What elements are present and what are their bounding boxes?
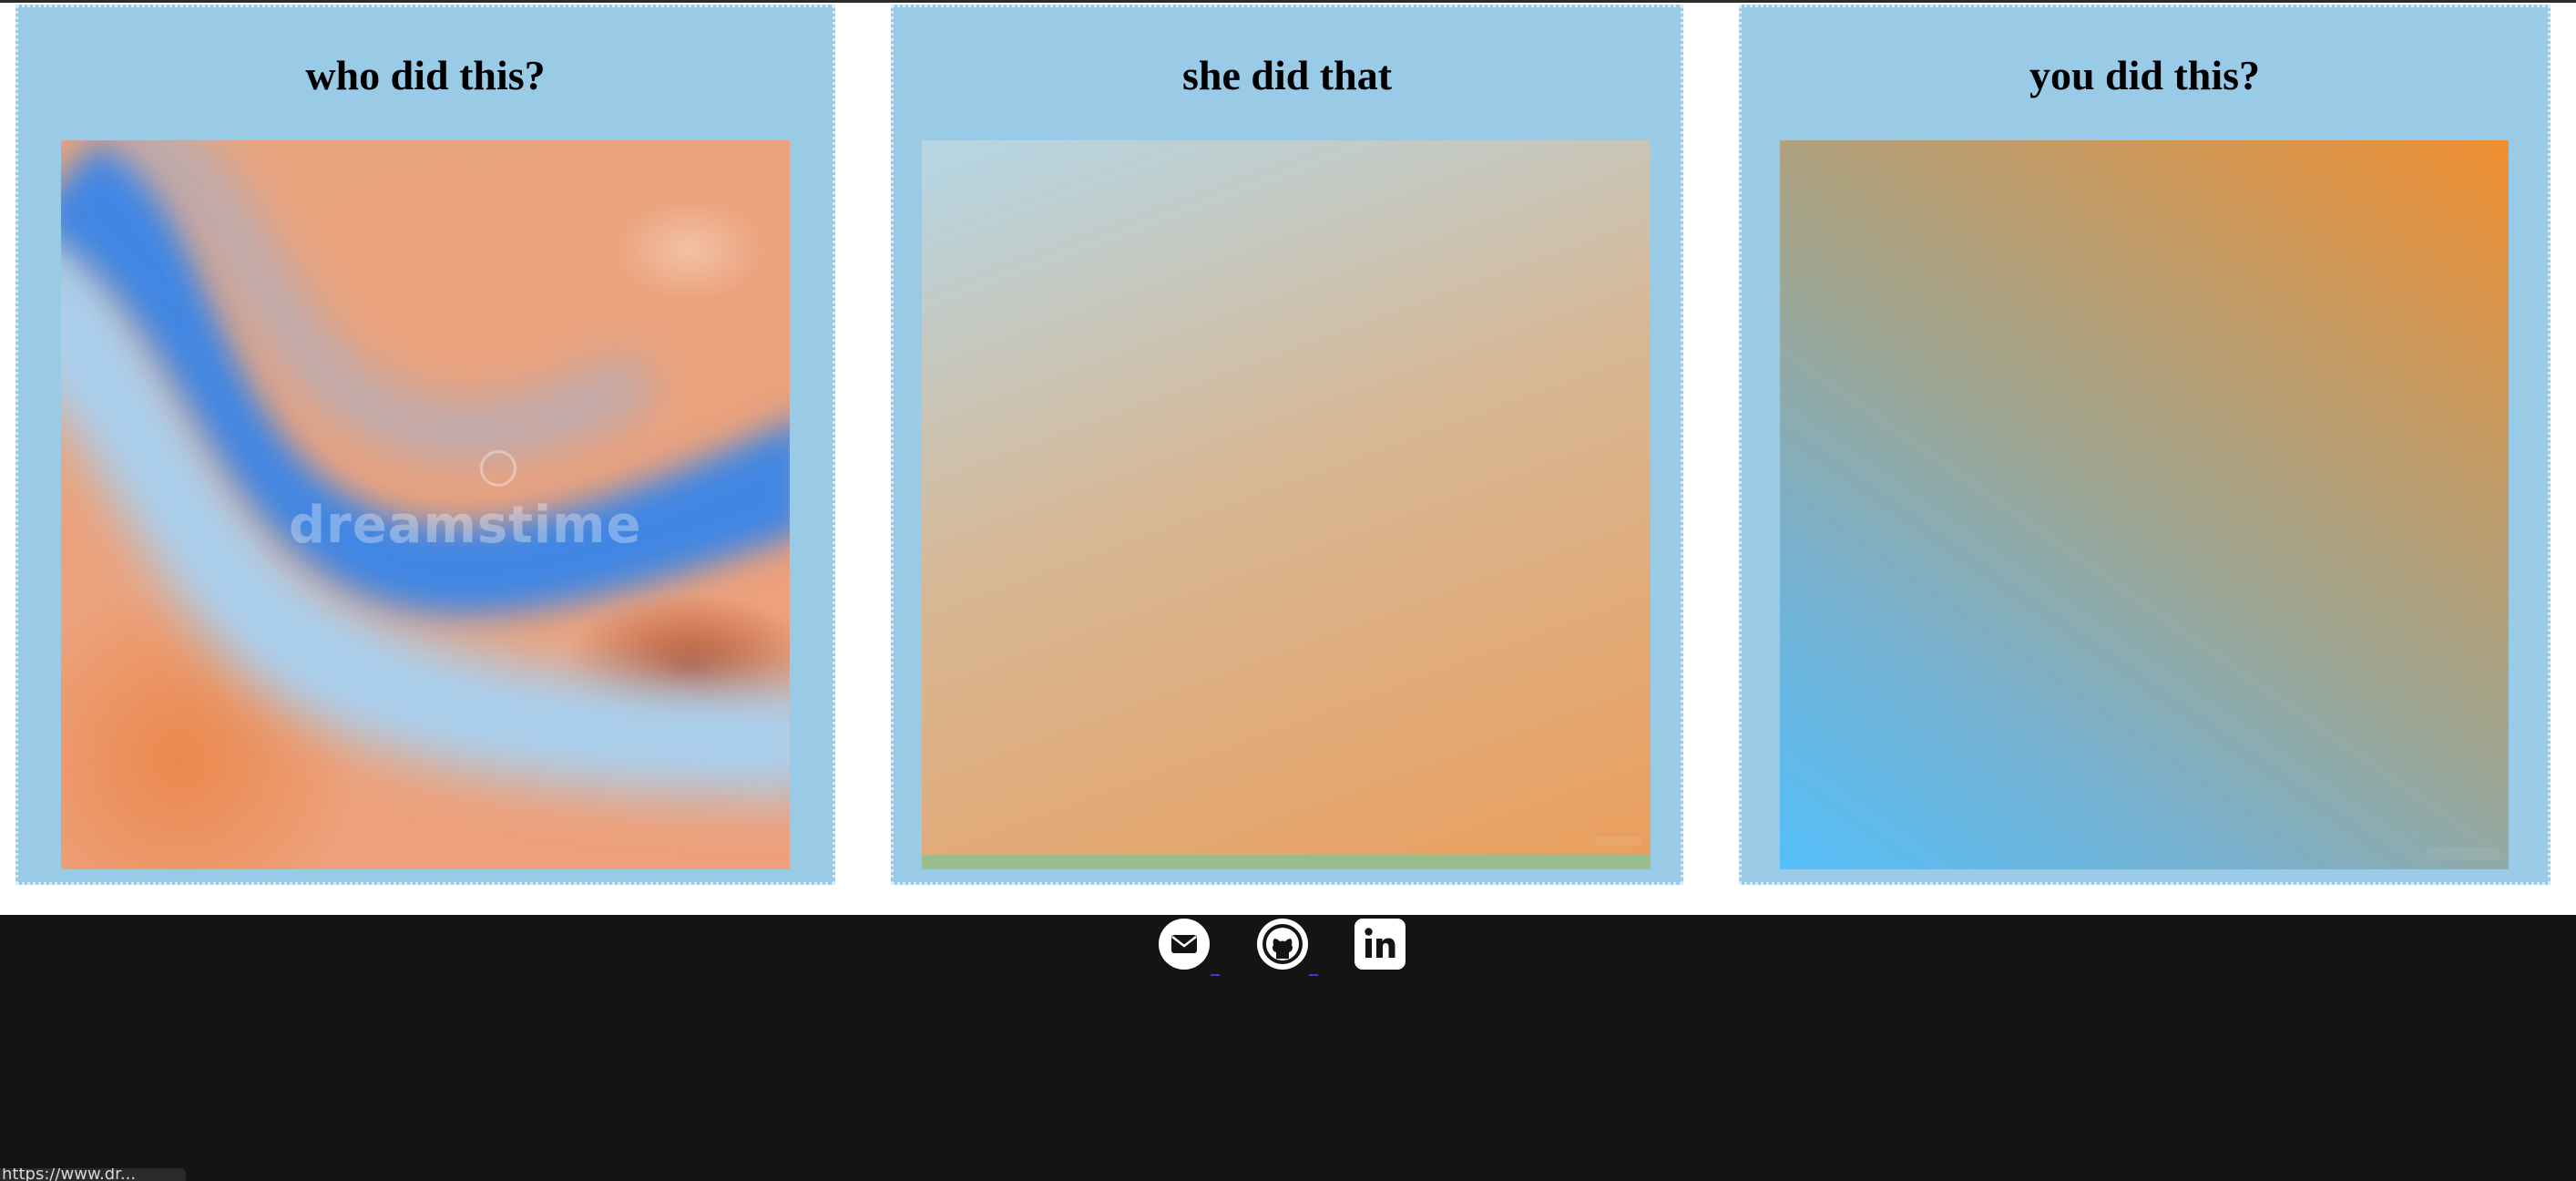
faint-watermark	[1596, 837, 1641, 846]
github-icon	[1257, 919, 1308, 970]
status-bar-url: https://www.dr...	[0, 1168, 186, 1181]
footer	[0, 915, 2576, 1181]
card-title: who did this?	[305, 52, 546, 98]
card-title: you did this?	[2029, 52, 2261, 98]
github-link[interactable]	[1256, 918, 1318, 976]
card-who-did-this: who did this? dreamstime	[15, 5, 835, 885]
linkedin-link[interactable]	[1354, 918, 1406, 970]
card-she-did-that: she did that	[891, 5, 1683, 885]
gradient-image	[922, 140, 1651, 869]
gradient-image	[1780, 140, 2509, 869]
card-you-did-this: you did this?	[1739, 5, 2550, 885]
link-underline	[1211, 974, 1220, 976]
image-bottom-strip	[922, 855, 1651, 869]
email-icon	[1159, 919, 1210, 970]
watermark-logo-icon	[480, 450, 516, 487]
email-link[interactable]	[1158, 918, 1220, 976]
abstract-swirl-image: dreamstime	[61, 140, 790, 869]
faint-watermark	[2427, 847, 2499, 860]
top-border	[0, 0, 2576, 3]
linkedin-icon	[1354, 919, 1406, 970]
link-underline	[1309, 974, 1318, 976]
card-title: she did that	[1181, 52, 1393, 98]
watermark-text: dreamstime	[289, 496, 642, 555]
